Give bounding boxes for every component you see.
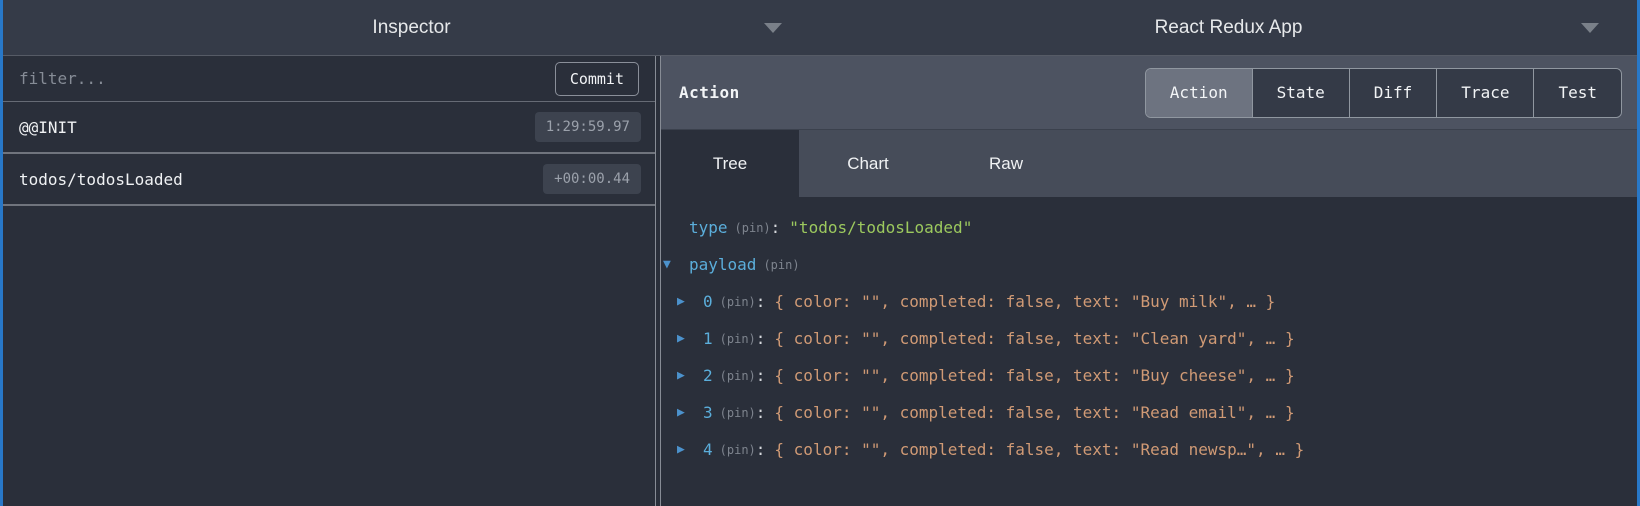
main-area: Commit @@INIT 1:29:59.97 todos/todosLoad… (3, 56, 1637, 506)
tree-key[interactable]: 4 (703, 440, 713, 459)
chevron-down-icon (1581, 23, 1599, 33)
action-name: todos/todosLoaded (19, 170, 543, 189)
filter-input[interactable] (19, 69, 555, 88)
commit-button[interactable]: Commit (555, 62, 639, 96)
pin-toggle[interactable]: (pin) (720, 295, 756, 309)
pin-toggle[interactable]: (pin) (720, 406, 756, 420)
tree-key[interactable]: 1 (703, 329, 713, 348)
expand-arrow-icon[interactable]: ▶ (677, 368, 703, 383)
chevron-down-icon (764, 23, 782, 33)
collapse-arrow-icon[interactable]: ▼ (663, 257, 689, 272)
tab-trace[interactable]: Trace (1437, 69, 1534, 117)
expand-arrow-icon[interactable]: ▶ (677, 405, 703, 420)
action-tree-view: type (pin) : "todos/todosLoaded" ▼ paylo… (661, 197, 1637, 506)
action-name: @@INIT (19, 118, 535, 137)
inspector-panel: Action Action State Diff Trace Test Tree… (661, 56, 1637, 506)
tree-row-item-4: ▶ 4 (pin) : { color: "", completed: fals… (661, 431, 1637, 468)
tree-row-item-3: ▶ 3 (pin) : { color: "", completed: fals… (661, 394, 1637, 431)
monitor-selector-label: Inspector (372, 17, 450, 39)
object-preview: { color: "", completed: false, text: "Bu… (774, 366, 1294, 385)
expand-arrow-icon[interactable]: ▶ (677, 294, 703, 309)
object-preview: { color: "", completed: false, text: "Re… (774, 403, 1294, 422)
top-bar: Inspector React Redux App (3, 0, 1637, 56)
inspector-header-label: Action (679, 83, 740, 102)
action-row-init[interactable]: @@INIT 1:29:59.97 (3, 102, 655, 154)
expand-arrow-icon[interactable]: ▶ (677, 442, 703, 457)
filter-row: Commit (3, 56, 655, 102)
pin-toggle[interactable]: (pin) (720, 369, 756, 383)
tree-row-item-1: ▶ 1 (pin) : { color: "", completed: fals… (661, 320, 1637, 357)
pin-toggle[interactable]: (pin) (763, 258, 799, 272)
pin-toggle[interactable]: (pin) (720, 443, 756, 457)
tree-row-item-2: ▶ 2 (pin) : { color: "", completed: fals… (661, 357, 1637, 394)
inspector-header: Action Action State Diff Trace Test (661, 56, 1637, 129)
object-preview: { color: "", completed: false, text: "Cl… (774, 329, 1294, 348)
monitor-selector[interactable]: Inspector (3, 0, 820, 55)
tab-tree[interactable]: Tree (661, 130, 799, 197)
tree-row-payload: ▼ payload (pin) (661, 246, 1637, 283)
tab-raw[interactable]: Raw (937, 130, 1075, 197)
action-timestamp-badge: +00:00.44 (543, 164, 641, 194)
action-list-panel: Commit @@INIT 1:29:59.97 todos/todosLoad… (3, 56, 655, 506)
object-preview: { color: "", completed: false, text: "Bu… (774, 292, 1275, 311)
tab-chart[interactable]: Chart (799, 130, 937, 197)
tree-key[interactable]: 3 (703, 403, 713, 422)
tree-row-type: type (pin) : "todos/todosLoaded" (661, 209, 1637, 246)
tree-key[interactable]: 2 (703, 366, 713, 385)
inspector-tab-group: Action State Diff Trace Test (1145, 68, 1622, 118)
tree-row-item-0: ▶ 0 (pin) : { color: "", completed: fals… (661, 283, 1637, 320)
tab-state[interactable]: State (1253, 69, 1350, 117)
tab-action[interactable]: Action (1146, 69, 1253, 117)
view-mode-tabs: Tree Chart Raw (661, 129, 1637, 197)
action-timestamp-badge: 1:29:59.97 (535, 112, 641, 142)
tree-key[interactable]: payload (689, 255, 756, 274)
tab-test[interactable]: Test (1534, 69, 1621, 117)
tree-string-value: "todos/todosLoaded" (789, 218, 972, 237)
instance-selector-label: React Redux App (1155, 17, 1303, 39)
pin-toggle[interactable]: (pin) (735, 221, 771, 235)
tab-diff[interactable]: Diff (1350, 69, 1438, 117)
tree-key[interactable]: 0 (703, 292, 713, 311)
action-row-todos-loaded[interactable]: todos/todosLoaded +00:00.44 (3, 154, 655, 206)
instance-selector[interactable]: React Redux App (820, 0, 1637, 55)
expand-arrow-icon[interactable]: ▶ (677, 331, 703, 346)
redux-devtools-window: Inspector React Redux App Commit @@INIT … (0, 0, 1640, 506)
pin-toggle[interactable]: (pin) (720, 332, 756, 346)
object-preview: { color: "", completed: false, text: "Re… (774, 440, 1304, 459)
tree-key[interactable]: type (689, 218, 728, 237)
